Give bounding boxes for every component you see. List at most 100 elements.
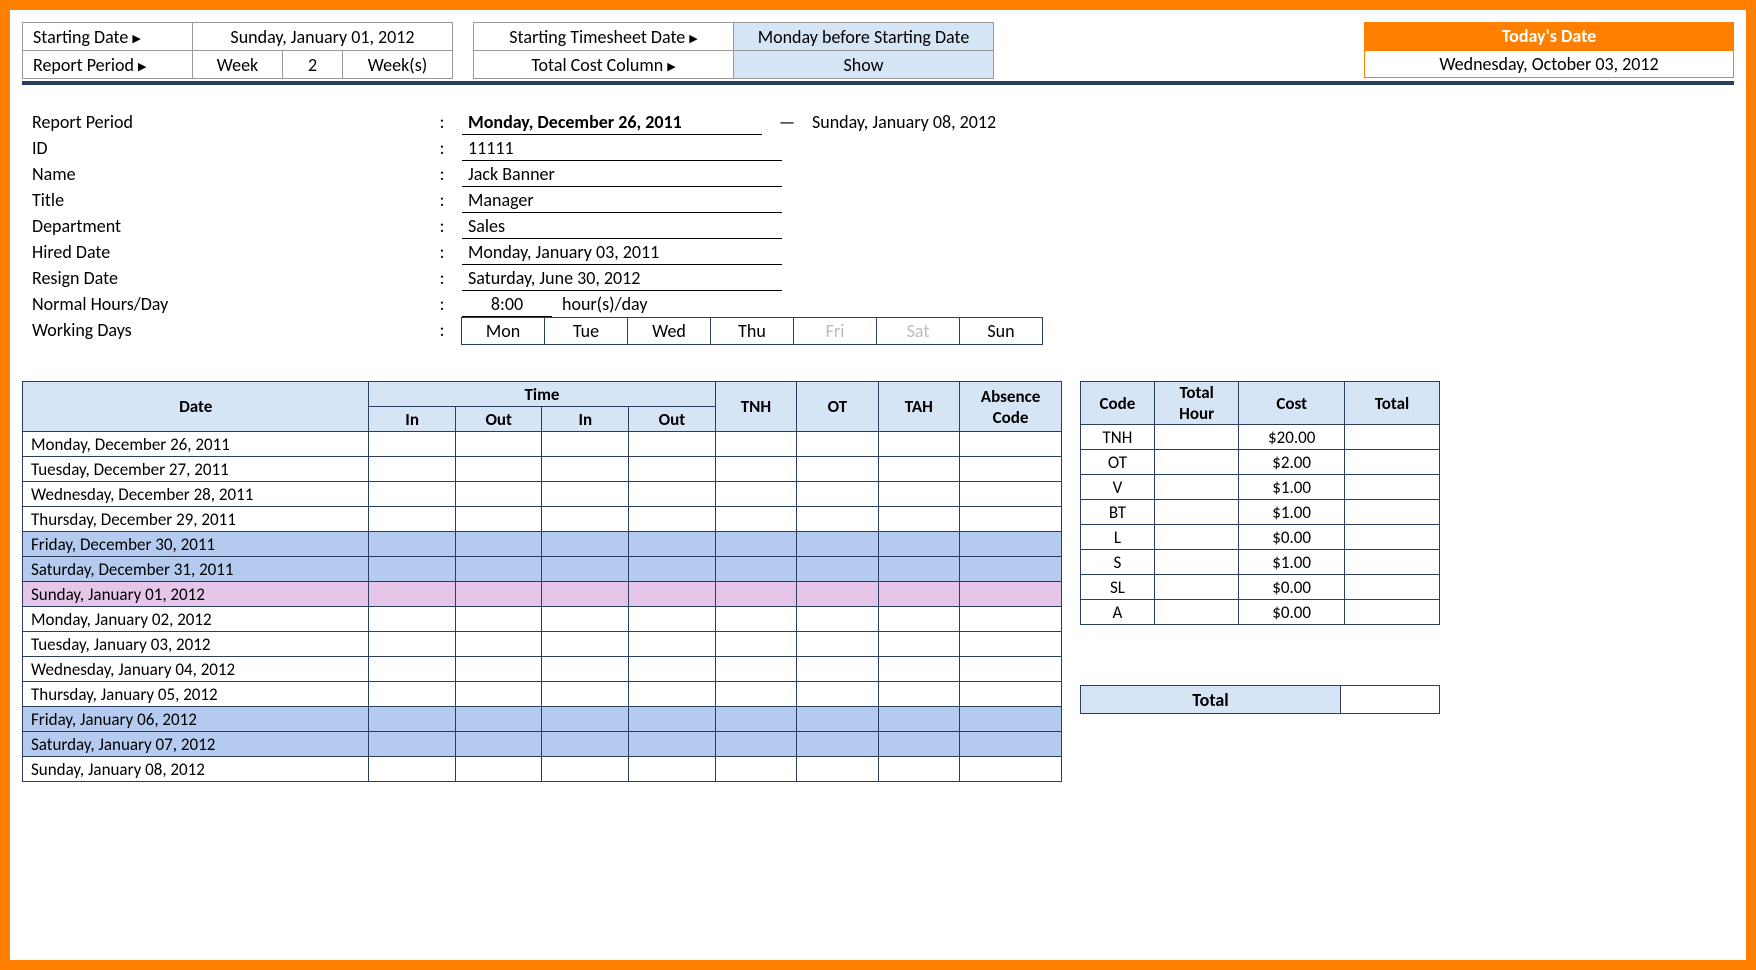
cost-hour[interactable] bbox=[1154, 525, 1238, 550]
cell[interactable] bbox=[878, 732, 959, 757]
cell[interactable] bbox=[797, 432, 878, 457]
val-name[interactable]: Jack Banner bbox=[462, 161, 782, 187]
cell[interactable] bbox=[960, 757, 1062, 782]
cell[interactable] bbox=[455, 632, 542, 657]
cell[interactable] bbox=[629, 482, 716, 507]
cell[interactable] bbox=[629, 507, 716, 532]
cell[interactable] bbox=[542, 582, 629, 607]
cell[interactable] bbox=[455, 707, 542, 732]
cell[interactable] bbox=[369, 582, 456, 607]
cell[interactable] bbox=[455, 732, 542, 757]
starting-date-value[interactable]: Sunday, January 01, 2012 bbox=[193, 23, 453, 51]
cell[interactable] bbox=[455, 557, 542, 582]
cell[interactable] bbox=[715, 432, 796, 457]
cell[interactable] bbox=[542, 432, 629, 457]
period-start[interactable]: Monday, December 26, 2011 bbox=[462, 109, 762, 135]
cell[interactable] bbox=[960, 582, 1062, 607]
cell[interactable] bbox=[878, 682, 959, 707]
cell[interactable] bbox=[629, 632, 716, 657]
cell[interactable] bbox=[542, 632, 629, 657]
cell[interactable] bbox=[455, 607, 542, 632]
total-cost-col-value[interactable]: Show bbox=[734, 51, 994, 79]
cell[interactable] bbox=[455, 657, 542, 682]
cell[interactable] bbox=[878, 557, 959, 582]
cell[interactable] bbox=[797, 707, 878, 732]
cell[interactable] bbox=[629, 682, 716, 707]
cell[interactable] bbox=[369, 482, 456, 507]
cell[interactable] bbox=[960, 632, 1062, 657]
cost-hour[interactable] bbox=[1154, 600, 1238, 625]
cell[interactable] bbox=[369, 557, 456, 582]
cell[interactable] bbox=[960, 482, 1062, 507]
cell[interactable] bbox=[878, 632, 959, 657]
cell[interactable] bbox=[960, 732, 1062, 757]
cell[interactable] bbox=[629, 532, 716, 557]
cell[interactable] bbox=[629, 457, 716, 482]
cell[interactable] bbox=[369, 632, 456, 657]
cell[interactable] bbox=[369, 657, 456, 682]
cell[interactable] bbox=[369, 732, 456, 757]
cell[interactable] bbox=[455, 757, 542, 782]
cell[interactable] bbox=[797, 682, 878, 707]
val-resign[interactable]: Saturday, June 30, 2012 bbox=[462, 265, 782, 291]
day-sun[interactable]: Sun bbox=[959, 317, 1043, 345]
cell[interactable] bbox=[542, 557, 629, 582]
cell[interactable] bbox=[369, 607, 456, 632]
val-hired[interactable]: Monday, January 03, 2011 bbox=[462, 239, 782, 265]
cell[interactable] bbox=[369, 757, 456, 782]
cell[interactable] bbox=[715, 682, 796, 707]
cell[interactable] bbox=[715, 632, 796, 657]
cell[interactable] bbox=[960, 682, 1062, 707]
report-period-num[interactable]: 2 bbox=[283, 51, 343, 79]
cost-hour[interactable] bbox=[1154, 550, 1238, 575]
cell[interactable] bbox=[715, 557, 796, 582]
cell[interactable] bbox=[715, 607, 796, 632]
cell[interactable] bbox=[797, 632, 878, 657]
cell[interactable] bbox=[797, 532, 878, 557]
cell[interactable] bbox=[797, 482, 878, 507]
starting-ts-value[interactable]: Monday before Starting Date bbox=[734, 23, 994, 51]
cost-hour[interactable] bbox=[1154, 575, 1238, 600]
cell[interactable] bbox=[542, 732, 629, 757]
cell[interactable] bbox=[542, 757, 629, 782]
cell[interactable] bbox=[960, 707, 1062, 732]
cell[interactable] bbox=[878, 457, 959, 482]
cell[interactable] bbox=[797, 732, 878, 757]
cell[interactable] bbox=[542, 457, 629, 482]
cell[interactable] bbox=[960, 657, 1062, 682]
cell[interactable] bbox=[715, 657, 796, 682]
cell[interactable] bbox=[542, 682, 629, 707]
cell[interactable] bbox=[878, 482, 959, 507]
cell[interactable] bbox=[542, 507, 629, 532]
cell[interactable] bbox=[797, 582, 878, 607]
cost-hour[interactable] bbox=[1154, 500, 1238, 525]
cell[interactable] bbox=[878, 707, 959, 732]
cell[interactable] bbox=[369, 532, 456, 557]
cell[interactable] bbox=[797, 607, 878, 632]
cell[interactable] bbox=[455, 482, 542, 507]
cell[interactable] bbox=[715, 457, 796, 482]
cell[interactable] bbox=[369, 432, 456, 457]
val-id[interactable]: 11111 bbox=[462, 135, 782, 161]
cell[interactable] bbox=[960, 532, 1062, 557]
day-tue[interactable]: Tue bbox=[544, 317, 628, 345]
cell[interactable] bbox=[542, 657, 629, 682]
day-fri[interactable]: Fri bbox=[793, 317, 877, 345]
cell[interactable] bbox=[797, 507, 878, 532]
report-period-unit[interactable]: Week bbox=[193, 51, 283, 79]
cell[interactable] bbox=[878, 432, 959, 457]
cell[interactable] bbox=[960, 607, 1062, 632]
cell[interactable] bbox=[715, 582, 796, 607]
cell[interactable] bbox=[455, 432, 542, 457]
cell[interactable] bbox=[455, 582, 542, 607]
cell[interactable] bbox=[629, 582, 716, 607]
val-title[interactable]: Manager bbox=[462, 187, 782, 213]
cell[interactable] bbox=[960, 507, 1062, 532]
cell[interactable] bbox=[542, 607, 629, 632]
cell[interactable] bbox=[878, 582, 959, 607]
day-sat[interactable]: Sat bbox=[876, 317, 960, 345]
cell[interactable] bbox=[455, 507, 542, 532]
cell[interactable] bbox=[542, 707, 629, 732]
cell[interactable] bbox=[455, 532, 542, 557]
val-hours[interactable]: 8:00 bbox=[462, 291, 552, 317]
